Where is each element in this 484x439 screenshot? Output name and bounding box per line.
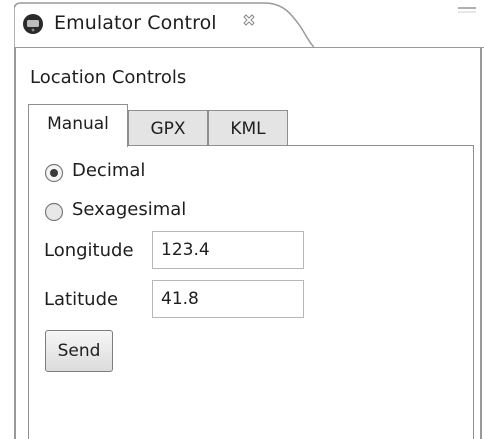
send-button[interactable]: Send	[45, 330, 113, 372]
longitude-label: Longitude	[44, 240, 134, 261]
panel-border-right	[480, 47, 482, 439]
radio-unselected-icon	[44, 202, 64, 222]
location-tabs: Manual GPX KML	[28, 104, 474, 147]
radio-selected-icon	[44, 163, 64, 183]
view-menu-icon[interactable]	[458, 6, 476, 14]
tab-kml[interactable]: KML	[208, 110, 288, 146]
view-tab-emulator-control[interactable]: Emulator Control	[14, 2, 314, 48]
emulator-control-view: Emulator Control Location Controls Manua…	[0, 0, 484, 439]
tab-manual[interactable]: Manual	[28, 104, 128, 147]
radio-sexagesimal-label: Sexagesimal	[72, 199, 187, 220]
radio-decimal-label: Decimal	[72, 160, 146, 181]
view-title: Emulator Control	[54, 12, 217, 34]
emulator-phone-icon	[23, 14, 43, 34]
close-icon[interactable]	[241, 13, 257, 29]
panel-border-left	[14, 47, 16, 439]
longitude-field[interactable]	[152, 231, 304, 269]
location-controls-label: Location Controls	[30, 67, 187, 88]
view-tab-divider	[14, 47, 484, 48]
tab-gpx[interactable]: GPX	[128, 110, 208, 146]
latitude-field[interactable]	[152, 280, 304, 318]
latitude-label: Latitude	[44, 289, 119, 310]
view-tab-bar: Emulator Control	[0, 0, 484, 48]
